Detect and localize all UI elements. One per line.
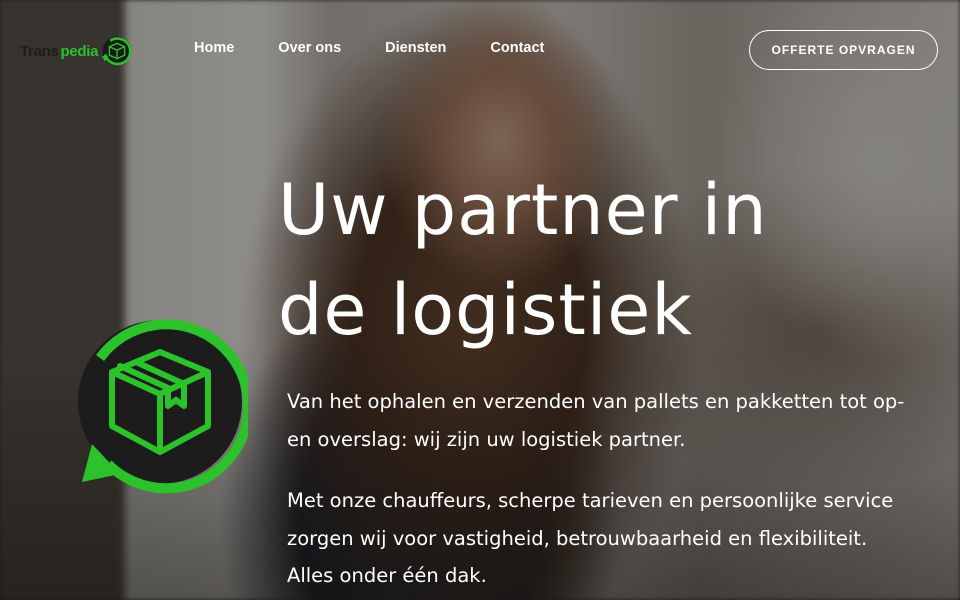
nav-item-over-ons[interactable]: Over ons — [278, 40, 341, 56]
box-cycle-icon — [101, 36, 132, 66]
main-nav: Home Over ons Diensten Contact — [194, 40, 544, 56]
logo-text-pedia: pedia — [60, 42, 99, 60]
offerte-opvragen-button[interactable]: OFFERTE OPVRAGEN — [749, 30, 938, 70]
brand-logo[interactable]: Trans pedia — [20, 34, 134, 68]
nav-item-contact[interactable]: Contact — [490, 40, 544, 56]
logo-text-trans: Trans — [20, 42, 59, 60]
hero-paragraph-2: Met onze chauffeurs, scherpe tarieven en… — [287, 489, 894, 587]
box-cycle-icon — [78, 319, 248, 494]
hero-headline-line1: Uw partner in — [278, 169, 768, 251]
nav-item-home[interactable]: Home — [194, 40, 234, 56]
hero-paragraph-1: Van het ophalen en verzenden van pallets… — [287, 390, 905, 451]
hero-section: Trans pedia Home Over ons Diensten Contac… — [0, 0, 960, 600]
hero-headline: Uw partner in de logistiek — [278, 160, 918, 360]
hero-copy: Van het ophalen en verzenden van pallets… — [287, 383, 907, 600]
nav-item-diensten[interactable]: Diensten — [385, 40, 446, 56]
hero-headline-line2: de logistiek — [278, 269, 693, 351]
site-header: Trans pedia Home Over ons Diensten Contac… — [0, 0, 960, 100]
